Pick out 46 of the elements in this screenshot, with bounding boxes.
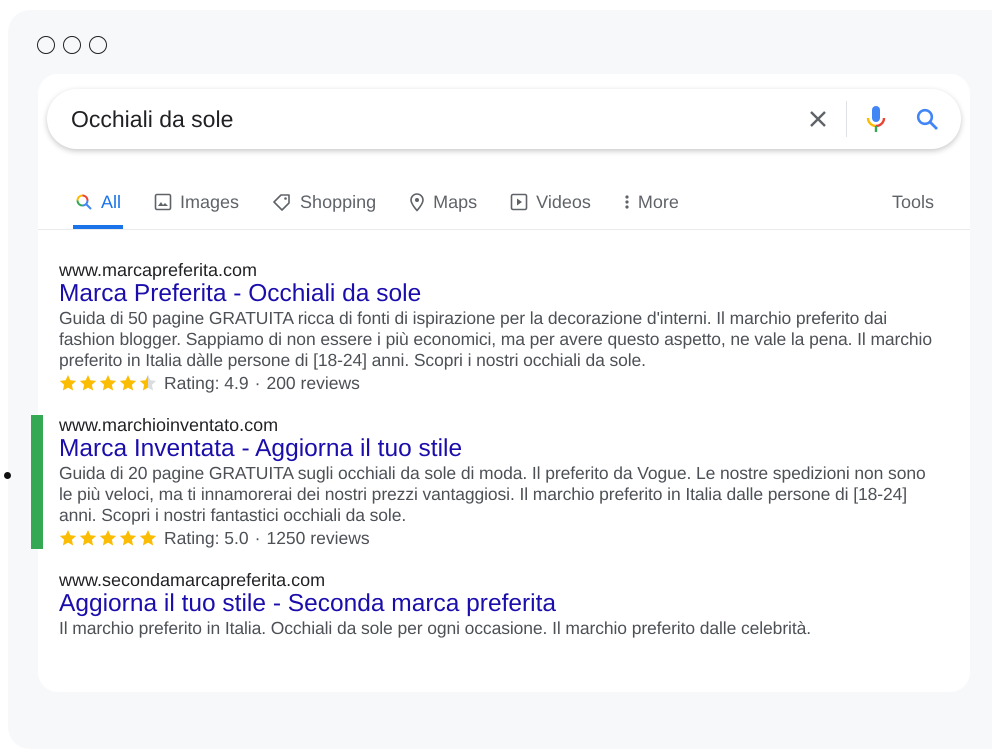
star-icon bbox=[119, 529, 137, 547]
result-snippet: Guida di 20 pagine GRATUITA sugli occhiali da sole di moda. Il preferito da Vogue. Le nostre spedizioni non sono le più veloci, ma ti innamorerai dei nostri prezzi vantaggiosi. Il marchio preferito in Italia dalle persone di [18-24] anni. Scopri i nostri fantastici occhiali da sole. bbox=[59, 463, 927, 526]
tools-button[interactable]: Tools bbox=[892, 192, 934, 213]
window-control-button[interactable] bbox=[63, 36, 81, 54]
star-icon bbox=[119, 374, 137, 392]
tab[interactable]: All bbox=[73, 179, 124, 229]
tab[interactable]: Videos bbox=[508, 179, 593, 229]
review-count: 200 reviews bbox=[266, 372, 360, 394]
rating-text: Rating: 5.0 bbox=[164, 527, 249, 549]
search-icon[interactable] bbox=[915, 107, 939, 131]
microphone-icon[interactable] bbox=[865, 105, 887, 133]
result-title-link[interactable]: Aggiorna il tuo stile - Seconda marca preferita bbox=[59, 590, 556, 618]
review-count: 1250 reviews bbox=[266, 527, 370, 549]
result-url: www.marchioinventato.com bbox=[59, 415, 280, 435]
star-icon bbox=[59, 374, 77, 392]
result-url: www.secondamarcapreferita.com bbox=[59, 570, 326, 590]
star-icon bbox=[99, 529, 117, 547]
close-icon[interactable] bbox=[808, 109, 828, 129]
tab[interactable]: Images bbox=[152, 179, 242, 229]
tag-icon bbox=[272, 193, 292, 211]
result-title-link[interactable]: Marca Inventata - Aggiorna il tuo stile bbox=[59, 435, 462, 463]
star-icon bbox=[59, 529, 77, 547]
window-control-button[interactable] bbox=[37, 36, 55, 54]
separator-text: · bbox=[254, 527, 260, 549]
more-icon bbox=[624, 193, 630, 211]
result-title-link[interactable]: Marca Preferita - Occhiali da sole bbox=[59, 280, 422, 308]
star-icon bbox=[139, 529, 157, 547]
star-icon bbox=[99, 374, 117, 392]
result-url: www.marcapreferita.com bbox=[59, 260, 258, 280]
window-control-button[interactable] bbox=[89, 36, 107, 54]
tab[interactable]: Shopping bbox=[270, 179, 378, 229]
search-field[interactable]: Occhiali da sole bbox=[71, 106, 808, 132]
separator-text: · bbox=[254, 372, 260, 394]
map-pin-icon bbox=[409, 192, 426, 212]
tab[interactable]: More bbox=[622, 179, 681, 229]
star-icon bbox=[79, 529, 97, 547]
star-icon bbox=[79, 374, 97, 392]
image-icon bbox=[154, 193, 172, 211]
search-icon bbox=[75, 193, 93, 211]
tab[interactable]: Maps bbox=[407, 179, 480, 229]
pointer-dot bbox=[4, 472, 11, 479]
star-icon bbox=[139, 374, 157, 392]
rating-text: Rating: 4.9 bbox=[164, 372, 249, 394]
result-snippet: Guida di 50 pagine GRATUITA ricca di fonti di ispirazione per la decorazione d'interni. Il marchio preferito dai fashion blogger. Sappiamo di non essere i più economici, ma per avere questo aspetto, ne vale la pena. Il marchio preferito in Italia dàlle persone di [18-24] anni. Scopri i nostri occhiali da sole. bbox=[59, 308, 933, 371]
result-snippet: Il marchio preferito in Italia. Occhiali da sole per ogni occasione. Il marchio preferito dalle celebrità. bbox=[59, 618, 812, 639]
video-icon bbox=[510, 193, 528, 211]
